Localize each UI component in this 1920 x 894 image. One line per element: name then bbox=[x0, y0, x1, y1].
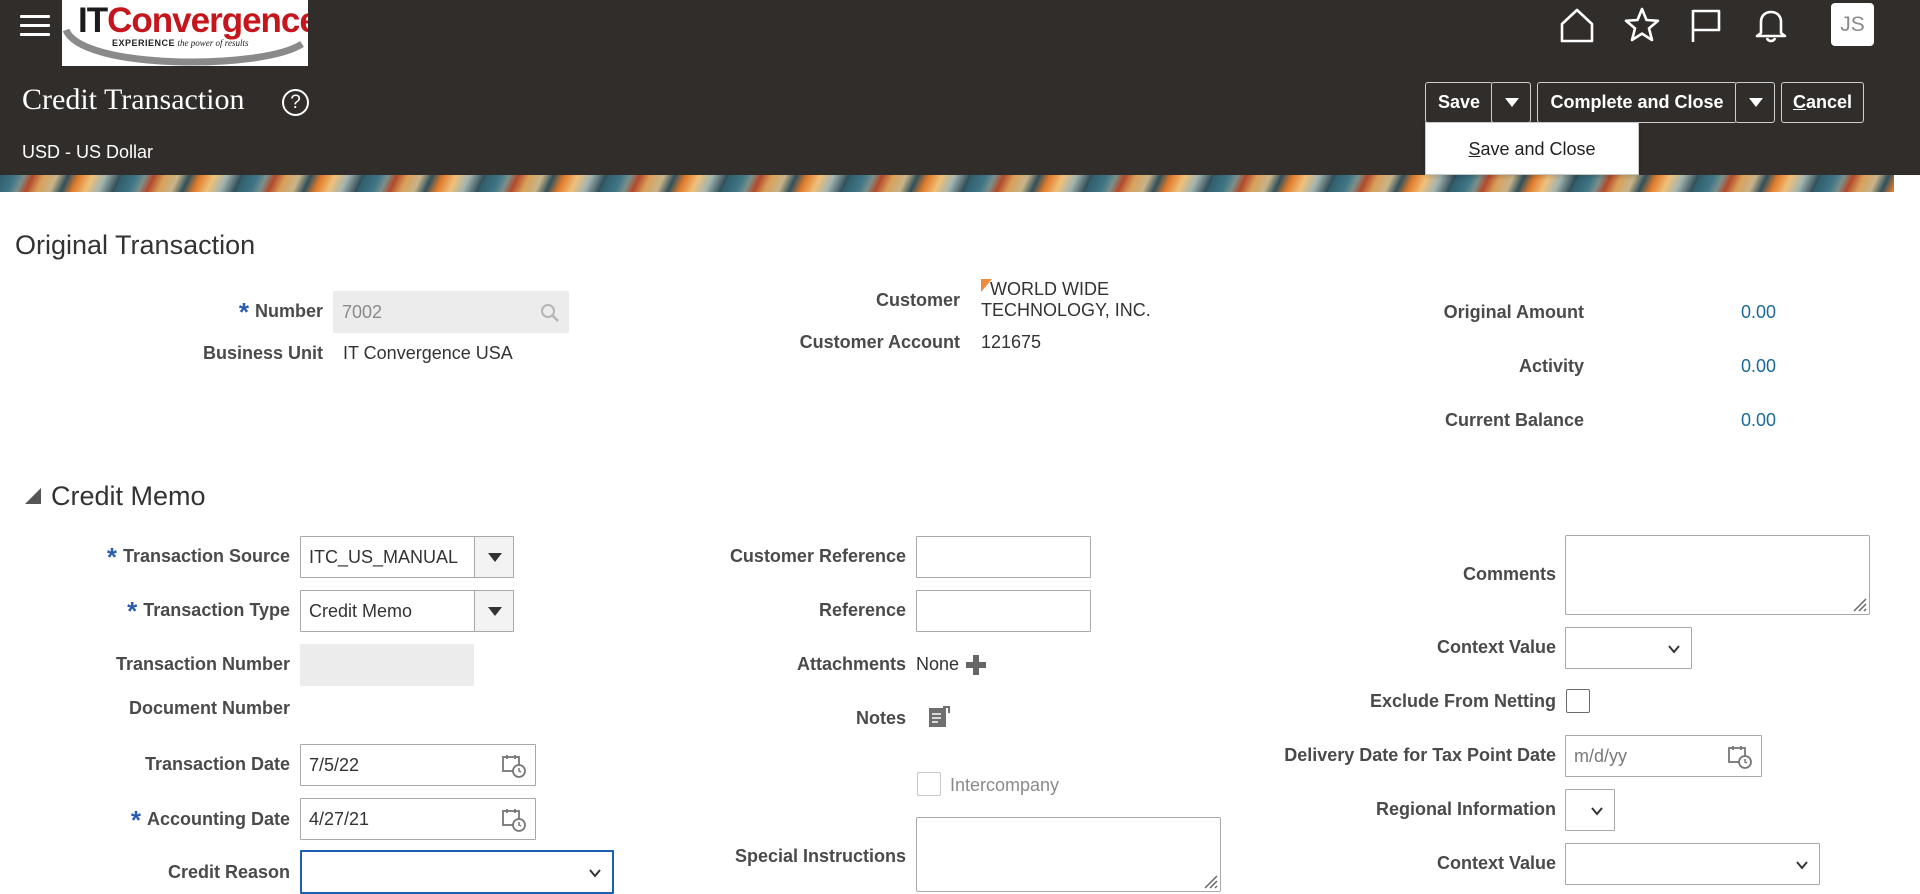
delivery-date-label: Delivery Date for Tax Point Date bbox=[1284, 745, 1556, 765]
company-logo[interactable]: ITConvergence EXPERIENCE the power of re… bbox=[62, 0, 308, 66]
logo-wordmark: ITConvergence bbox=[78, 1, 308, 40]
search-icon bbox=[541, 304, 559, 322]
comments-label: Comments bbox=[1462, 564, 1556, 584]
original-transaction-heading: Original Transaction bbox=[15, 230, 256, 260]
accounting-date-input[interactable]: 4/27/21 bbox=[300, 798, 536, 840]
flag-icon[interactable] bbox=[1687, 6, 1725, 44]
number-field: 7002 bbox=[333, 291, 569, 333]
current-balance-value[interactable]: 0.00 bbox=[1741, 409, 1776, 431]
business-unit-value: IT Convergence USA bbox=[343, 343, 513, 363]
number-label: * Number bbox=[238, 297, 323, 327]
special-instructions-textarea[interactable] bbox=[916, 817, 1221, 892]
activity-value[interactable]: 0.00 bbox=[1741, 355, 1776, 377]
customer-account-label: Customer Account bbox=[799, 332, 960, 352]
home-icon[interactable] bbox=[1558, 6, 1596, 44]
bell-icon[interactable] bbox=[1752, 6, 1790, 44]
transaction-type-select[interactable]: Credit Memo bbox=[300, 590, 514, 632]
decorative-banner bbox=[0, 175, 1894, 192]
notes-icon[interactable] bbox=[927, 705, 951, 729]
chevron-down-icon bbox=[589, 869, 601, 878]
reference-label: Reference bbox=[818, 600, 906, 620]
chevron-down-icon bbox=[1505, 98, 1519, 107]
business-unit-label: Business Unit bbox=[202, 343, 323, 363]
accounting-date-label: * Accounting Date bbox=[130, 805, 290, 835]
save-menu-button[interactable] bbox=[1491, 82, 1531, 123]
hamburger-menu-icon[interactable] bbox=[20, 11, 50, 39]
intercompany-label: Intercompany bbox=[950, 775, 1060, 795]
transaction-date-input[interactable]: 7/5/22 bbox=[300, 744, 536, 786]
exclude-from-netting-checkbox[interactable] bbox=[1566, 689, 1590, 713]
transaction-number-field bbox=[300, 644, 474, 686]
chevron-down-icon bbox=[1668, 645, 1680, 654]
page-title: Credit Transaction bbox=[22, 83, 245, 116]
regional-information-label: Regional Information bbox=[1376, 799, 1556, 819]
transaction-date-label: Transaction Date bbox=[144, 754, 290, 774]
transaction-number-label: Transaction Number bbox=[115, 654, 290, 674]
chevron-down-icon bbox=[1796, 861, 1808, 870]
reference-input[interactable] bbox=[916, 590, 1091, 632]
transaction-source-select[interactable]: ITC_US_MANUAL bbox=[300, 536, 514, 578]
delivery-date-input[interactable]: m/d/yy bbox=[1565, 735, 1762, 777]
customer-value-line1: WORLD WIDE bbox=[990, 279, 1109, 299]
chevron-down-icon bbox=[1591, 807, 1603, 816]
save-button[interactable]: Save bbox=[1425, 82, 1493, 123]
intercompany-checkbox[interactable] bbox=[917, 772, 941, 796]
complete-and-close-button[interactable]: Complete and Close bbox=[1537, 82, 1737, 123]
currency-label: USD - US Dollar bbox=[22, 142, 154, 162]
context-value-2-select[interactable] bbox=[1565, 843, 1820, 885]
notes-label: Notes bbox=[855, 708, 906, 728]
comments-textarea[interactable] bbox=[1565, 535, 1870, 615]
calendar-icon[interactable] bbox=[501, 807, 527, 833]
calendar-icon[interactable] bbox=[501, 753, 527, 779]
collapse-triangle-icon[interactable] bbox=[25, 488, 41, 504]
attachments-value: None bbox=[916, 654, 960, 674]
context-value-label: Context Value bbox=[1436, 637, 1556, 657]
required-indicator: * bbox=[130, 805, 141, 835]
attachments-label: Attachments bbox=[796, 654, 906, 674]
exclude-from-netting-label: Exclude From Netting bbox=[1369, 691, 1556, 711]
document-number-label: Document Number bbox=[128, 698, 290, 718]
add-attachment-icon[interactable] bbox=[965, 654, 987, 676]
customer-label: Customer bbox=[875, 290, 960, 310]
current-balance-label: Current Balance bbox=[1444, 410, 1584, 430]
customer-reference-input[interactable] bbox=[916, 536, 1091, 578]
resize-grip-icon[interactable] bbox=[1849, 594, 1867, 612]
star-icon[interactable] bbox=[1623, 6, 1661, 44]
original-amount-value[interactable]: 0.00 bbox=[1741, 301, 1776, 323]
logo-tagline: EXPERIENCE the power of results bbox=[112, 38, 249, 48]
chevron-down-icon bbox=[1749, 98, 1763, 107]
calendar-icon[interactable] bbox=[1727, 744, 1753, 770]
chevron-down-icon bbox=[488, 607, 502, 616]
context-value-select[interactable] bbox=[1565, 627, 1692, 669]
dropdown-button[interactable] bbox=[474, 537, 513, 577]
transaction-type-label: * Transaction Type bbox=[127, 596, 290, 626]
required-indicator: * bbox=[238, 297, 249, 327]
page-edge bbox=[1894, 175, 1920, 892]
cancel-button[interactable]: Cancel bbox=[1781, 82, 1864, 123]
required-indicator: * bbox=[127, 596, 138, 626]
complete-and-close-menu-button[interactable] bbox=[1735, 82, 1775, 123]
activity-label: Activity bbox=[1518, 356, 1584, 376]
customer-account-value: 121675 bbox=[981, 332, 1042, 352]
credit-reason-label: Credit Reason bbox=[167, 862, 290, 882]
customer-reference-label: Customer Reference bbox=[729, 546, 906, 566]
user-avatar[interactable]: JS bbox=[1831, 3, 1874, 46]
regional-information-select[interactable] bbox=[1565, 789, 1615, 831]
chevron-down-icon bbox=[488, 553, 502, 562]
help-icon[interactable]: ? bbox=[282, 89, 309, 116]
transaction-source-label: * Transaction Source bbox=[106, 542, 290, 572]
context-value-2-label: Context Value bbox=[1436, 853, 1556, 873]
save-dropdown-menu: Save and Close bbox=[1425, 122, 1639, 175]
original-amount-label: Original Amount bbox=[1443, 302, 1584, 322]
save-and-close-menu-item[interactable]: Save and Close bbox=[1426, 123, 1638, 174]
credit-reason-select[interactable] bbox=[300, 850, 614, 894]
customer-value-line2: TECHNOLOGY, INC. bbox=[981, 300, 1151, 320]
resize-grip-icon[interactable] bbox=[1200, 871, 1218, 889]
required-indicator: * bbox=[106, 542, 117, 572]
dropdown-button[interactable] bbox=[474, 591, 513, 631]
special-instructions-label: Special Instructions bbox=[734, 846, 906, 866]
credit-memo-heading: Credit Memo bbox=[51, 481, 206, 511]
